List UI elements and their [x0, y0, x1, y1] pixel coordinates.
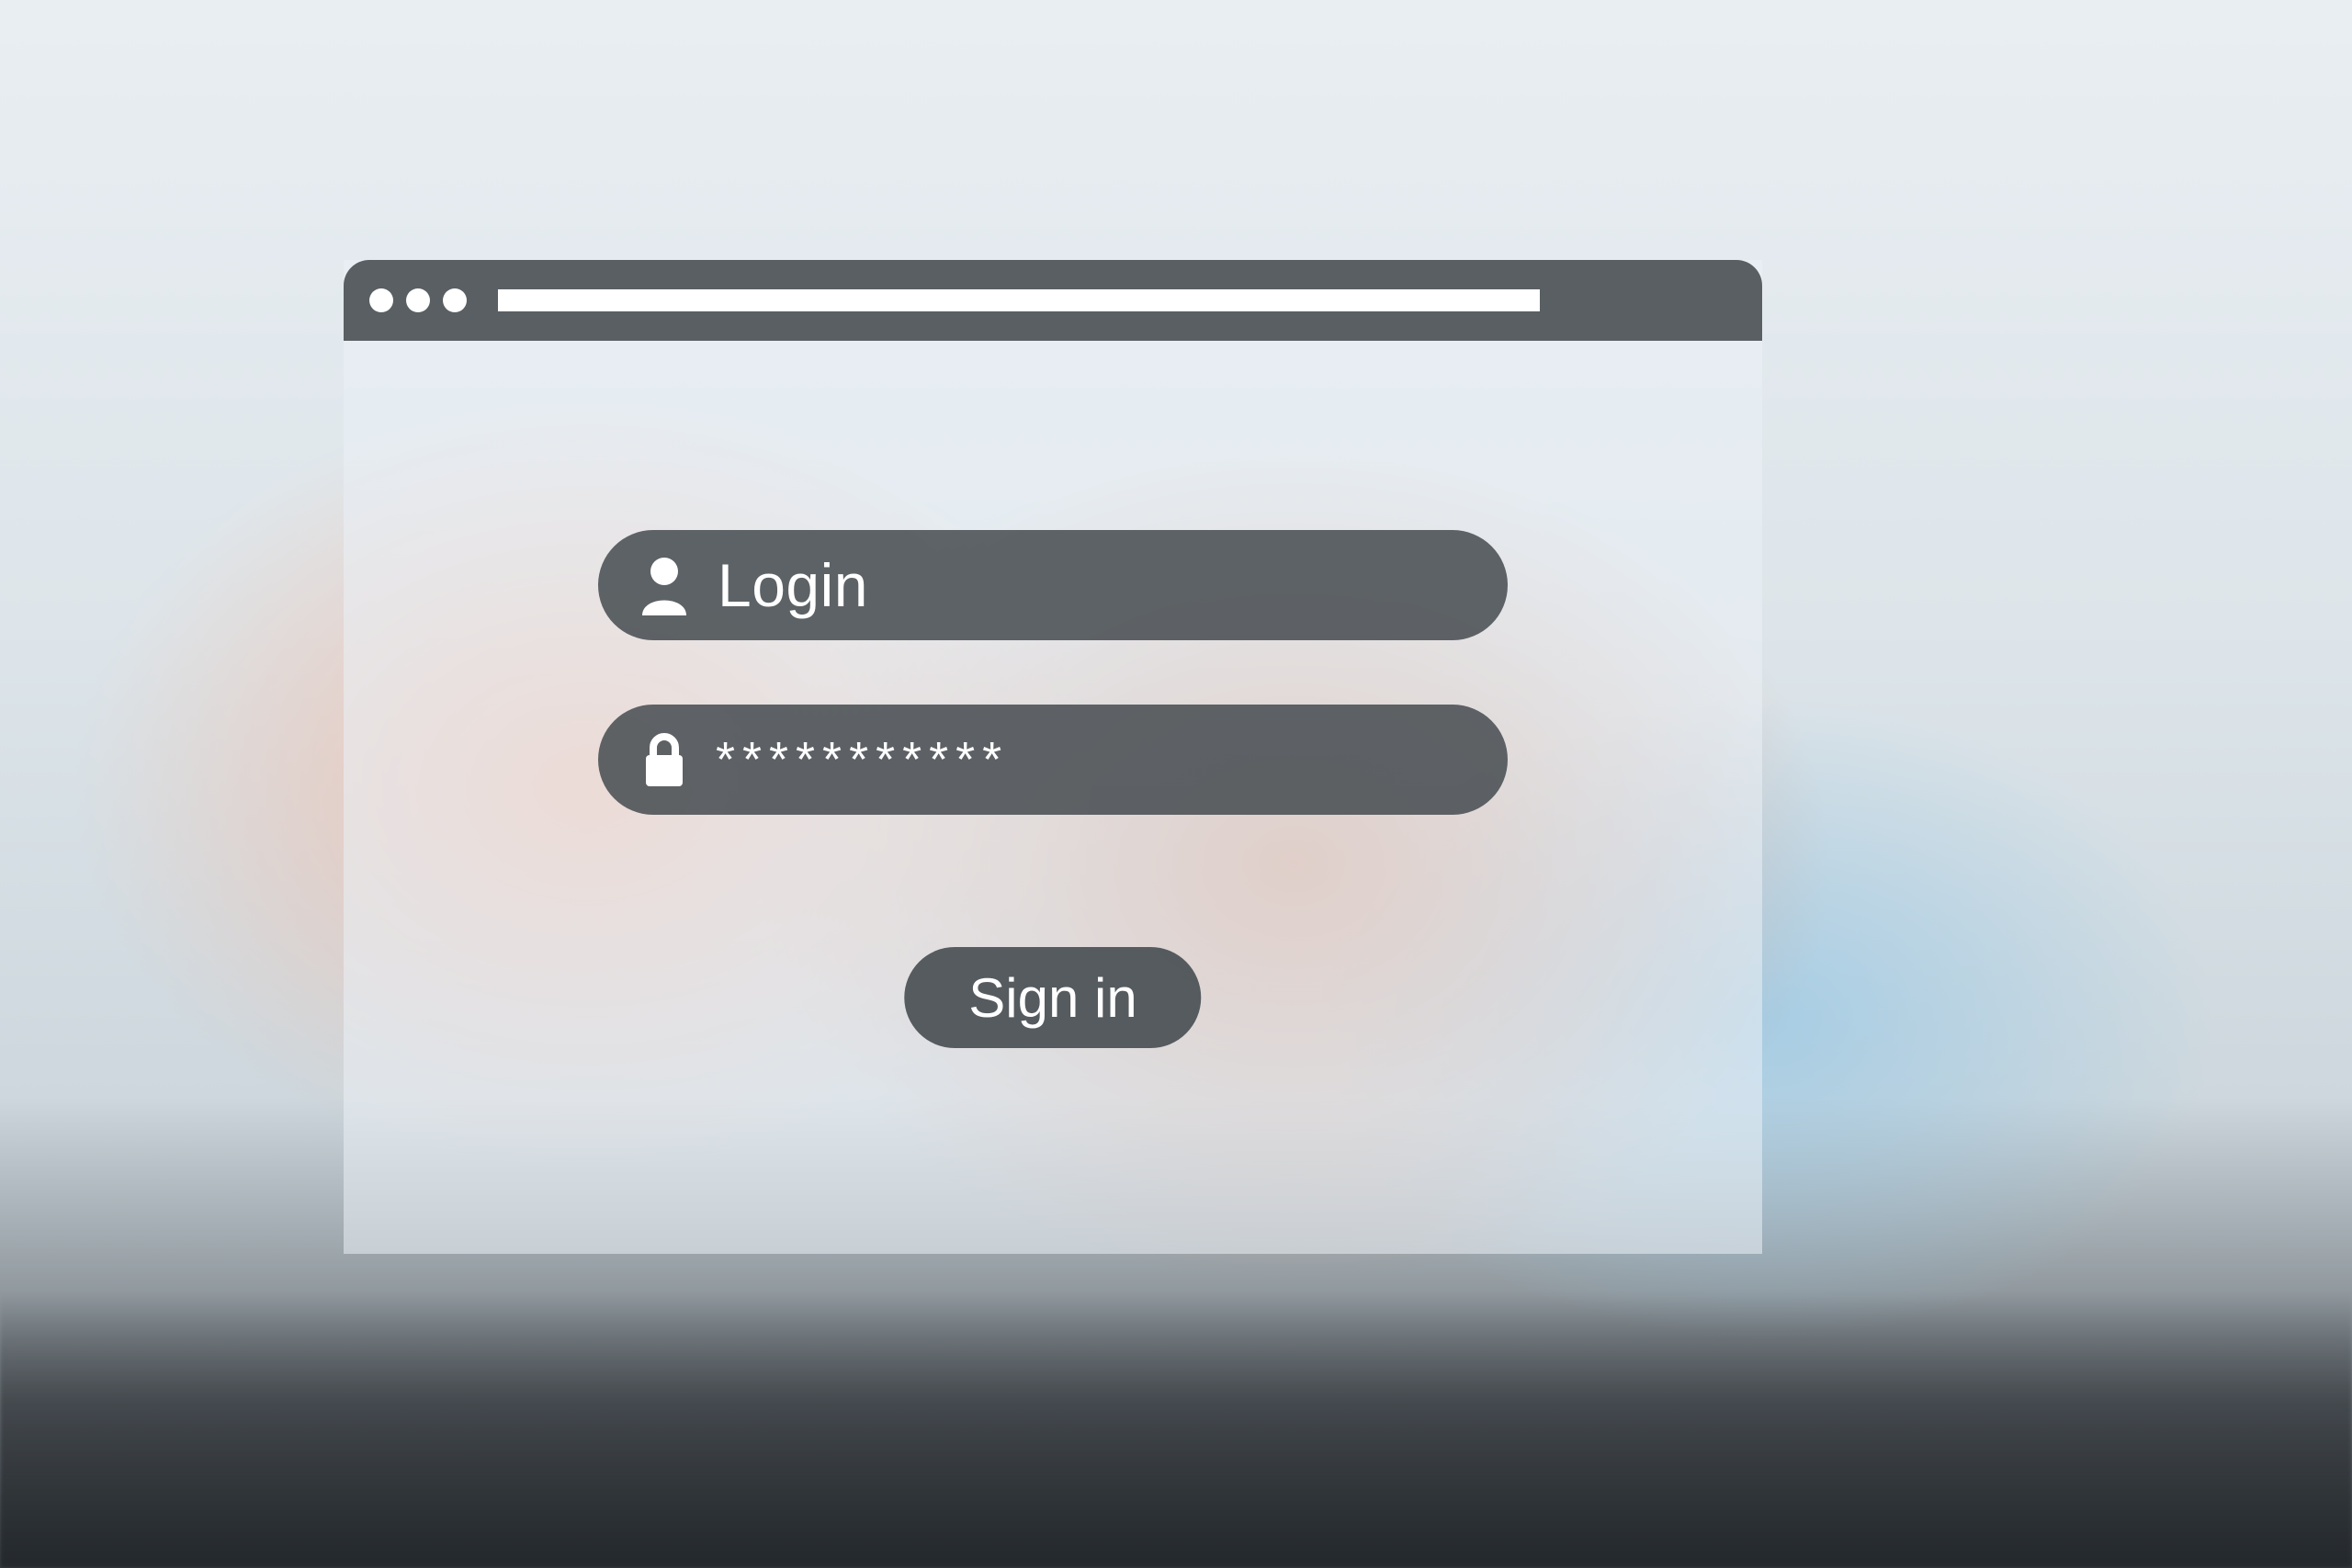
login-window: *********** Sign in	[344, 260, 1762, 1254]
background-keyboard	[0, 1292, 2352, 1568]
login-input[interactable]	[716, 549, 1454, 621]
sign-in-button[interactable]: Sign in	[904, 947, 1201, 1048]
window-control-dot[interactable]	[369, 288, 393, 312]
password-input[interactable]: ***********	[716, 731, 1009, 788]
password-field-container: ***********	[598, 705, 1508, 815]
lock-icon	[635, 729, 694, 790]
login-field-container	[598, 530, 1508, 640]
window-control-dot[interactable]	[406, 288, 430, 312]
window-content: *********** Sign in	[344, 341, 1762, 1254]
address-bar[interactable]	[498, 289, 1540, 311]
window-titlebar	[344, 260, 1762, 341]
window-control-dot[interactable]	[443, 288, 467, 312]
user-icon	[635, 555, 694, 615]
